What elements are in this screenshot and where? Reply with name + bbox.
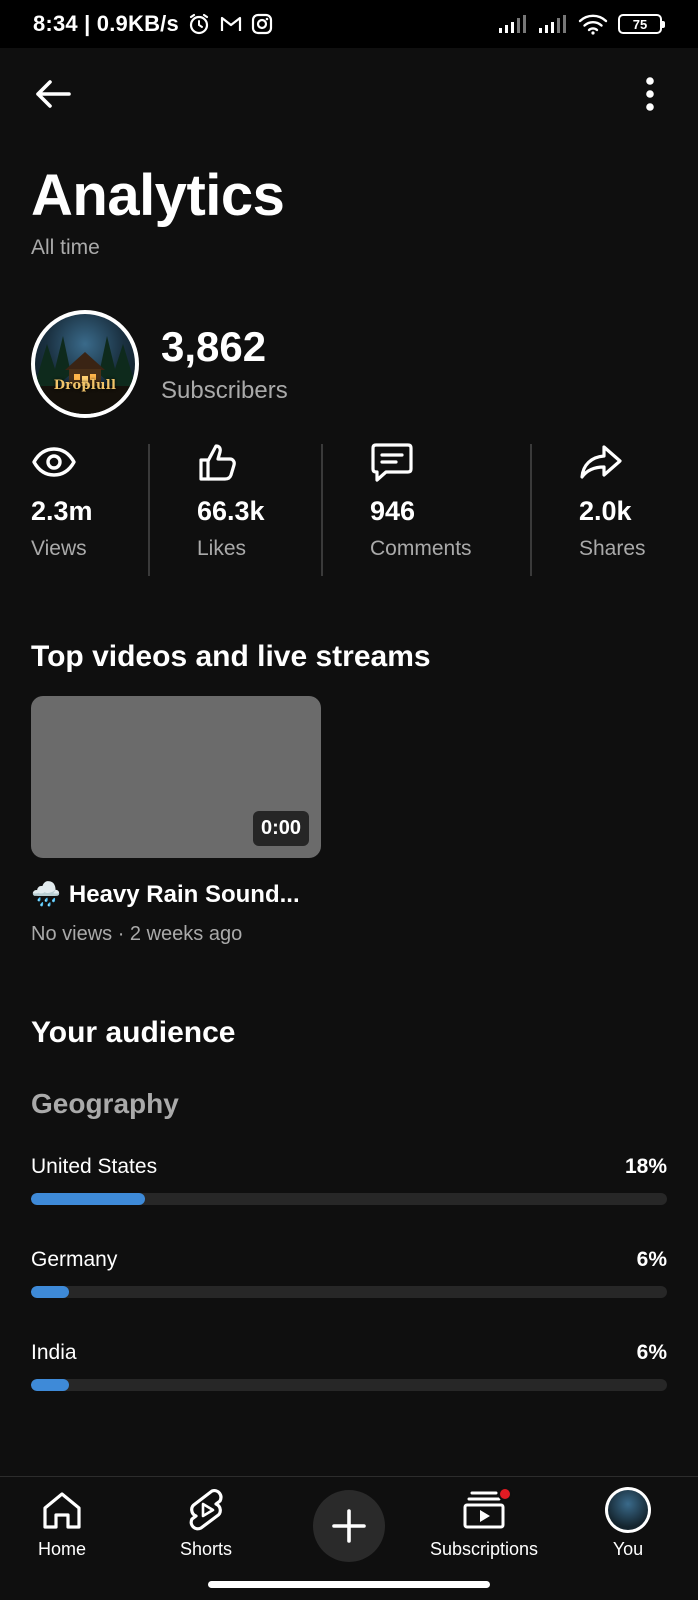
- comment-icon: [371, 443, 413, 482]
- subscriber-count: 3,862: [161, 323, 267, 370]
- gmail-icon: [219, 14, 243, 34]
- video-title-text: Heavy Rain Sound...: [68, 880, 300, 908]
- country-name: India: [31, 1341, 77, 1364]
- battery-icon: 75: [618, 14, 665, 34]
- video-thumbnail[interactable]: 0:00: [31, 696, 321, 858]
- metric-comments[interactable]: 946 Comments: [370, 440, 472, 578]
- subscriber-block: 3,862 Subscribers: [161, 323, 288, 405]
- arrow-left-icon: [36, 80, 71, 108]
- nav-label: Home: [38, 1539, 87, 1559]
- wifi-icon: [578, 13, 608, 35]
- subscriber-label: Subscribers: [161, 377, 288, 404]
- geo-row: Germany 6%: [31, 1248, 667, 1298]
- country-percent: 6%: [636, 1248, 667, 1271]
- country-percent: 18%: [624, 1155, 667, 1178]
- video-title[interactable]: 🌧️ Heavy Rain Sound...: [31, 880, 321, 909]
- metric-views[interactable]: 2.3m Views: [31, 440, 93, 578]
- nav-you[interactable]: You: [605, 1487, 651, 1560]
- signal-icon-2: [538, 14, 568, 34]
- alarm-icon: [187, 12, 211, 36]
- back-button[interactable]: [28, 72, 78, 116]
- profile-avatar-icon: [605, 1487, 651, 1533]
- home-icon: [43, 1492, 81, 1529]
- avatar-image: Droplull: [35, 314, 135, 414]
- create-button[interactable]: [313, 1490, 385, 1562]
- date-range-label: All time: [31, 236, 100, 259]
- nav-subscriptions[interactable]: Subscriptions: [430, 1487, 538, 1560]
- metric-label: Likes: [197, 537, 247, 560]
- geo-bar-fill: [31, 1193, 146, 1205]
- video-card[interactable]: 0:00 🌧️ Heavy Rain Sound... No views · 2…: [31, 696, 321, 946]
- shorts-icon: [189, 1489, 223, 1531]
- signal-icon: [498, 14, 528, 34]
- top-app-bar: [0, 60, 698, 128]
- audience-heading: Your audience: [31, 1016, 236, 1049]
- metric-divider: [148, 444, 150, 576]
- avatar-text: Droplull: [53, 378, 117, 393]
- thumbs-up-icon: [199, 444, 236, 481]
- status-bar: 8:34 | 0.9KB/s 75: [0, 0, 698, 48]
- eye-icon: [32, 447, 76, 477]
- geo-bar-track: [31, 1193, 667, 1205]
- metric-value: 2.0k: [579, 496, 632, 526]
- metric-value: 2.3m: [31, 496, 93, 526]
- geo-row: India 6%: [31, 1341, 667, 1391]
- instagram-icon: [251, 13, 273, 35]
- status-right: 75: [498, 13, 665, 35]
- country-name: United States: [31, 1155, 158, 1178]
- home-indicator: [208, 1581, 490, 1588]
- metric-label: Shares: [579, 537, 646, 560]
- nav-label: Shorts: [180, 1539, 233, 1559]
- geo-row: United States 18%: [31, 1155, 667, 1205]
- metric-label: Comments: [370, 537, 472, 560]
- metric-value: 946: [370, 496, 416, 526]
- metric-shares[interactable]: 2.0k Shares: [579, 440, 646, 578]
- geography-heading: Geography: [31, 1088, 179, 1119]
- status-left: 8:34 | 0.9KB/s: [33, 11, 273, 37]
- country-name: Germany: [31, 1248, 118, 1271]
- geo-bar-track: [31, 1286, 667, 1298]
- metric-label: Views: [31, 537, 87, 560]
- nav-label: Subscriptions: [430, 1539, 539, 1559]
- nav-home[interactable]: Home: [38, 1487, 86, 1560]
- metric-value: 66.3k: [197, 496, 265, 526]
- geo-bar-fill: [31, 1379, 70, 1391]
- rain-cloud-icon: 🌧️: [31, 881, 61, 908]
- more-options-button[interactable]: [628, 72, 672, 116]
- cabin-illustration: [35, 336, 135, 414]
- channel-summary: Droplull 3,862 Subscribers: [31, 310, 288, 418]
- metric-divider: [530, 444, 532, 576]
- metric-likes[interactable]: 66.3k Likes: [197, 440, 265, 578]
- video-meta: No views · 2 weeks ago: [31, 923, 243, 945]
- plus-icon: [332, 1509, 366, 1543]
- video-duration: 0:00: [252, 811, 309, 846]
- country-percent: 6%: [636, 1341, 667, 1364]
- top-videos-heading: Top videos and live streams: [31, 640, 431, 673]
- notification-dot: [498, 1487, 513, 1501]
- channel-avatar[interactable]: Droplull: [31, 310, 139, 418]
- nav-shorts[interactable]: Shorts: [180, 1487, 232, 1560]
- metrics-row: 2.3m Views 66.3k Likes 946 Comments 2.0k…: [0, 440, 698, 578]
- page-title: Analytics: [31, 163, 285, 228]
- status-time-speed: 8:34 | 0.9KB/s: [33, 11, 179, 36]
- geo-bar-track: [31, 1379, 667, 1391]
- metric-divider: [321, 444, 323, 576]
- more-vertical-icon: [646, 77, 654, 111]
- geo-bar-fill: [31, 1286, 70, 1298]
- share-icon: [580, 445, 622, 479]
- nav-label: You: [612, 1539, 644, 1559]
